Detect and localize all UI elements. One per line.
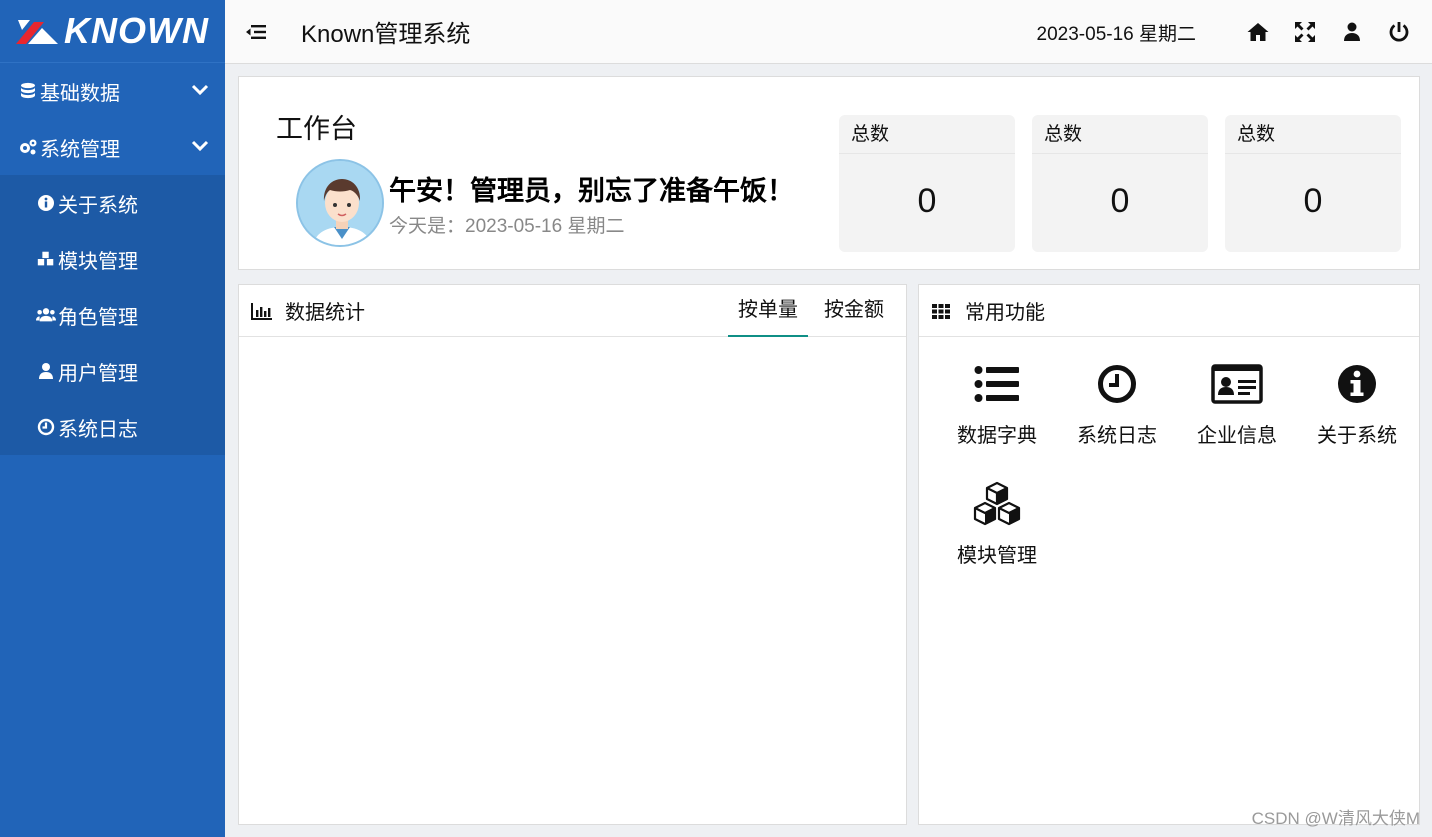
func-item-label: 关于系统 (1317, 425, 1397, 447)
cubes-icon (36, 249, 56, 269)
func-item-label: 系统日志 (1077, 425, 1157, 447)
stat-card-value: 0 (1303, 182, 1323, 220)
chevron-down-icon (191, 84, 209, 96)
list-icon (937, 357, 1057, 411)
watermark: CSDN @W清风大侠M (1251, 809, 1420, 828)
info-circle-icon (36, 193, 56, 213)
info-circle-icon (1297, 357, 1417, 411)
top-header: Known管理系统 2023-05-16 星期二 (225, 0, 1432, 64)
sidebar-group-basic-data[interactable]: 基础数据 (0, 63, 225, 119)
common-functions-panel: 常用功能 数据字典 系统日志 企业信息 关于系统 模块管理 (918, 284, 1420, 825)
stat-card-title: 总数 (839, 115, 1015, 154)
func-item-modules[interactable]: 模块管理 (937, 477, 1057, 587)
tab-by-amount[interactable]: 按金额 (814, 285, 894, 337)
panel-title: 数据统计 (285, 302, 365, 324)
logo-mark-icon (16, 20, 58, 44)
data-stats-panel: 数据统计 按单量 按金额 (238, 284, 907, 825)
panel-header: 数据统计 按单量 按金额 (239, 285, 906, 337)
panel-title: 常用功能 (965, 302, 1045, 324)
sidebar-item-about[interactable]: 关于系统 (0, 175, 225, 231)
func-item-label: 企业信息 (1197, 425, 1277, 447)
stat-card-value: 0 (1110, 182, 1130, 220)
avatar (296, 159, 384, 247)
tab-by-orders[interactable]: 按单量 (728, 285, 808, 337)
bar-chart-icon (251, 302, 273, 320)
sidebar-item-modules[interactable]: 模块管理 (0, 231, 225, 287)
workbench-panel: 工作台 午安！管理员，别忘了准备午饭！ 今天是：2023-05-16 星期二 总… (238, 76, 1420, 270)
func-item-about[interactable]: 关于系统 (1297, 357, 1417, 467)
func-item-label: 模块管理 (957, 545, 1037, 567)
cogs-icon (18, 137, 38, 157)
cubes-icon (937, 477, 1057, 531)
fullscreen-icon[interactable] (1294, 21, 1316, 43)
chevron-down-icon (191, 140, 209, 152)
sidebar-group-label: 系统管理 (40, 138, 120, 161)
power-icon[interactable] (1388, 21, 1410, 43)
workbench-title: 工作台 (276, 114, 357, 144)
logo[interactable]: KNOWN (0, 0, 225, 63)
chart-area (239, 338, 906, 824)
panel-header: 常用功能 (919, 285, 1419, 337)
sidebar-submenu: 关于系统 模块管理 角色管理 用户管理 系统日志 (0, 175, 225, 455)
stat-card-title: 总数 (1225, 115, 1401, 154)
stat-card: 总数 0 (839, 115, 1015, 252)
app-title: Known管理系统 (301, 21, 471, 48)
func-item-company[interactable]: 企业信息 (1177, 357, 1297, 467)
header-date: 2023-05-16 星期二 (1036, 23, 1196, 45)
user-icon[interactable] (1341, 21, 1363, 43)
stat-card-value: 0 (917, 182, 937, 220)
sidebar-toggle-button[interactable] (245, 22, 269, 42)
stat-card-title: 总数 (1032, 115, 1208, 154)
greeting-text: 午安！管理员，别忘了准备午饭！ (389, 176, 794, 206)
today-text: 今天是：2023-05-16 星期二 (389, 216, 625, 237)
users-icon (36, 305, 56, 325)
sidebar-item-label: 角色管理 (58, 306, 138, 329)
sidebar-group-label: 基础数据 (40, 82, 120, 105)
sidebar-item-label: 系统日志 (58, 418, 138, 441)
header-actions: 2023-05-16 星期二 (1037, 0, 1410, 64)
id-card-icon (1177, 357, 1297, 411)
sidebar-item-users[interactable]: 用户管理 (0, 343, 225, 399)
sidebar-group-system[interactable]: 系统管理 (0, 119, 225, 175)
database-icon (18, 81, 38, 101)
stats-tabs: 按单量 按金额 (722, 285, 894, 337)
func-item-dictionary[interactable]: 数据字典 (937, 357, 1057, 467)
sidebar-item-label: 模块管理 (58, 250, 138, 273)
sidebar-item-label: 用户管理 (58, 362, 138, 385)
sidebar-item-label: 关于系统 (58, 194, 138, 217)
stat-card: 总数 0 (1225, 115, 1401, 252)
sidebar-item-roles[interactable]: 角色管理 (0, 287, 225, 343)
stat-card: 总数 0 (1032, 115, 1208, 252)
clock-icon (36, 417, 56, 437)
clock-icon (1057, 357, 1177, 411)
func-item-label: 数据字典 (957, 425, 1037, 447)
sidebar: KNOWN 基础数据 系统管理 关于系统 模块管理 角色管理 用户管理 系统日志 (0, 0, 225, 837)
menu-toggle-icon (246, 24, 266, 39)
sidebar-item-logs[interactable]: 系统日志 (0, 399, 225, 455)
func-item-logs[interactable]: 系统日志 (1057, 357, 1177, 467)
grid-icon (931, 302, 953, 320)
home-icon[interactable] (1247, 21, 1269, 43)
user-icon (36, 361, 56, 381)
logo-text: KNOWN (64, 10, 209, 51)
